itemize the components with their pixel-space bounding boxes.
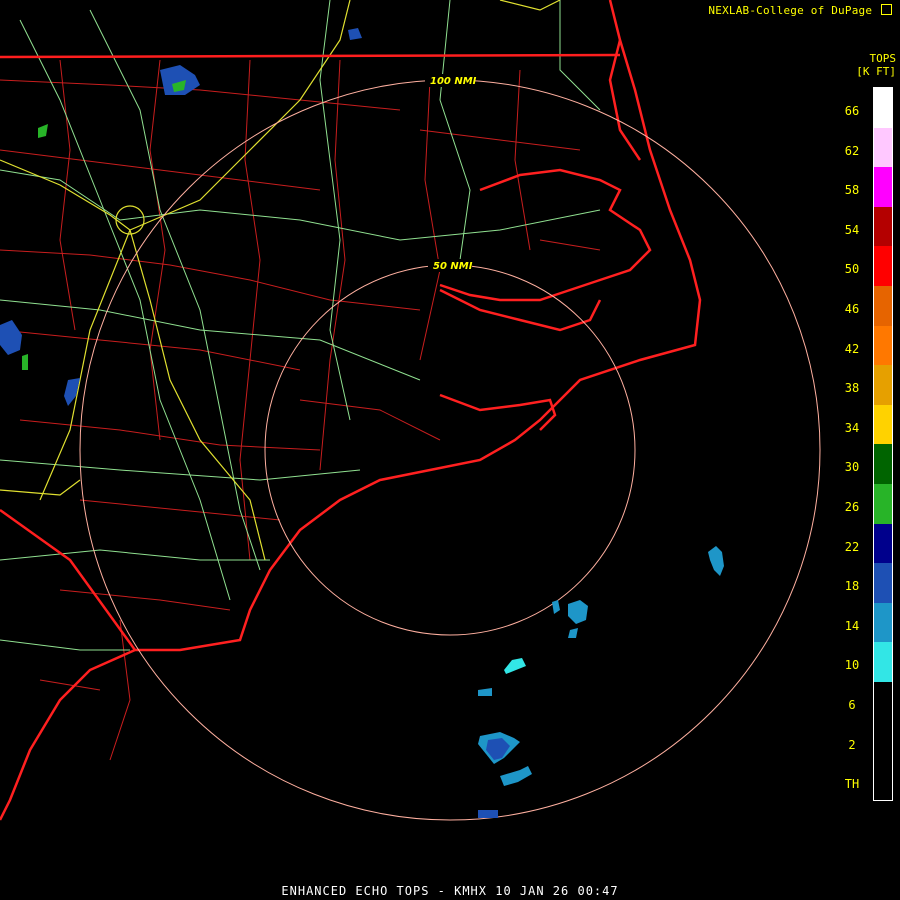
credit-text: NEXLAB-College of DuPage (708, 4, 892, 17)
echo-cell (568, 600, 588, 624)
echo-cell (38, 124, 48, 138)
highway-lines (0, 0, 601, 651)
credit-label: NEXLAB-College of DuPage (708, 4, 873, 17)
legend-label: 54 (844, 222, 860, 237)
legend-label: 10 (844, 658, 860, 673)
ring-label-100: 100 NMI (430, 76, 477, 87)
legend-label: 50 (844, 262, 860, 277)
legend-title: TOPS [K FT] (822, 52, 896, 78)
legend-box (873, 87, 893, 801)
legend-label: 46 (844, 302, 860, 316)
legend-label: 30 (844, 460, 860, 475)
legend-title-line2: [K FT] (856, 65, 896, 78)
legend-label: 18 (844, 579, 860, 594)
legend-title-line1: TOPS (869, 52, 897, 65)
legend-label: 38 (844, 381, 860, 396)
ring-100-nmi (79, 79, 821, 821)
legend-label: 6 (848, 698, 856, 712)
echo-cell (500, 766, 532, 786)
echo-cell (478, 688, 492, 696)
radar-map: 100 NMI 50 NMI (0, 0, 821, 821)
county-lines (0, 59, 601, 761)
radar-echoes (0, 28, 724, 818)
legend-label: 2 (848, 737, 856, 752)
legend-label: 58 (844, 183, 860, 198)
ring-50-nmi (264, 264, 636, 636)
legend-label: 66 (844, 104, 860, 118)
echo-cell (478, 810, 498, 818)
range-rings (79, 79, 821, 821)
legend-label: 42 (844, 341, 860, 356)
echo-cell (708, 546, 724, 576)
echo-cell (504, 658, 526, 674)
legend-label: 22 (844, 539, 860, 554)
echo-cell (22, 354, 28, 370)
legend-label: TH (844, 777, 860, 792)
coastline (0, 0, 702, 821)
legend-label: 26 (844, 500, 860, 514)
echo-cell (552, 600, 560, 614)
legend-label: 14 (844, 618, 860, 633)
echo-cell (568, 628, 578, 638)
legend-label: 62 (844, 143, 860, 158)
legend-label: 34 (844, 420, 860, 435)
echo-cell (348, 28, 362, 40)
cod-logo-icon (881, 4, 892, 15)
product-footer: ENHANCED ECHO TOPS - KMHX 10 JAN 26 00:4… (281, 884, 619, 898)
echo-cell (0, 320, 22, 355)
ring-label-50: 50 NMI (433, 261, 473, 272)
